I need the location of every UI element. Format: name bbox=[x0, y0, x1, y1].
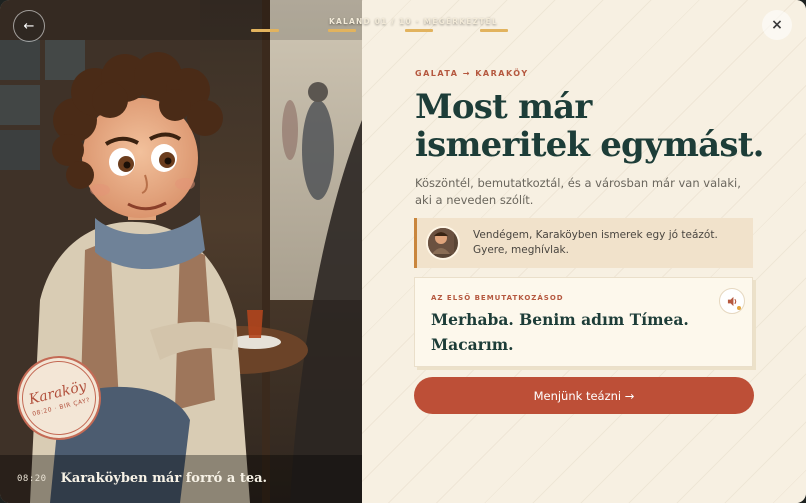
adventure-screen: Karaköy 08:20 · BIR ÇAY? 08:20 Karaköybe… bbox=[0, 0, 806, 503]
speaker-icon[interactable] bbox=[719, 288, 745, 314]
progress-label: KALAND 01 / 10 · MEGÉRKEZTÉL bbox=[329, 17, 498, 26]
progress-segment bbox=[328, 29, 356, 32]
avatar bbox=[426, 226, 460, 260]
close-icon: × bbox=[771, 17, 783, 33]
audio-status-dot bbox=[737, 306, 741, 310]
phrase-card: AZ ELSŐ BEMUTATKOZÁSOD Merhaba. Benim ad… bbox=[414, 277, 753, 367]
scene-time: 08:20 bbox=[17, 473, 47, 484]
progress-segment bbox=[251, 29, 279, 32]
progress-segment bbox=[405, 29, 433, 32]
scene-caption: Karaköyben már forró a tea. bbox=[60, 471, 268, 486]
scene-illustration: Karaköy 08:20 · BIR ÇAY? 08:20 Karaköybe… bbox=[0, 0, 362, 503]
phrase-card-label: AZ ELSŐ BEMUTATKOZÁSOD bbox=[431, 294, 564, 302]
companion-quote: Vendégem, Karaköyben ismerek egy jó teáz… bbox=[414, 218, 753, 268]
intro-text: Köszöntél, bemutatkoztál, és a városban … bbox=[415, 176, 741, 207]
back-button[interactable]: ← bbox=[13, 10, 45, 42]
continue-button[interactable]: Menjünk teázni → bbox=[414, 377, 754, 414]
phrase-text: Merhaba. Benim adım Tímea. Macarım. bbox=[431, 310, 689, 354]
volume-icon bbox=[727, 296, 736, 306]
companion-portrait-icon bbox=[428, 228, 454, 254]
page-title: Most már ismeritek egymást. bbox=[415, 87, 764, 165]
quote-text: Vendégem, Karaköyben ismerek egy jó teáz… bbox=[473, 229, 718, 256]
arrow-left-icon: ← bbox=[23, 18, 35, 34]
scene-caption-row: 08:20 Karaköyben már forró a tea. bbox=[17, 471, 267, 486]
route-label: GALATA → KARAKÖY bbox=[415, 69, 529, 78]
close-button[interactable]: × bbox=[762, 10, 792, 40]
progress-segment bbox=[480, 29, 508, 32]
